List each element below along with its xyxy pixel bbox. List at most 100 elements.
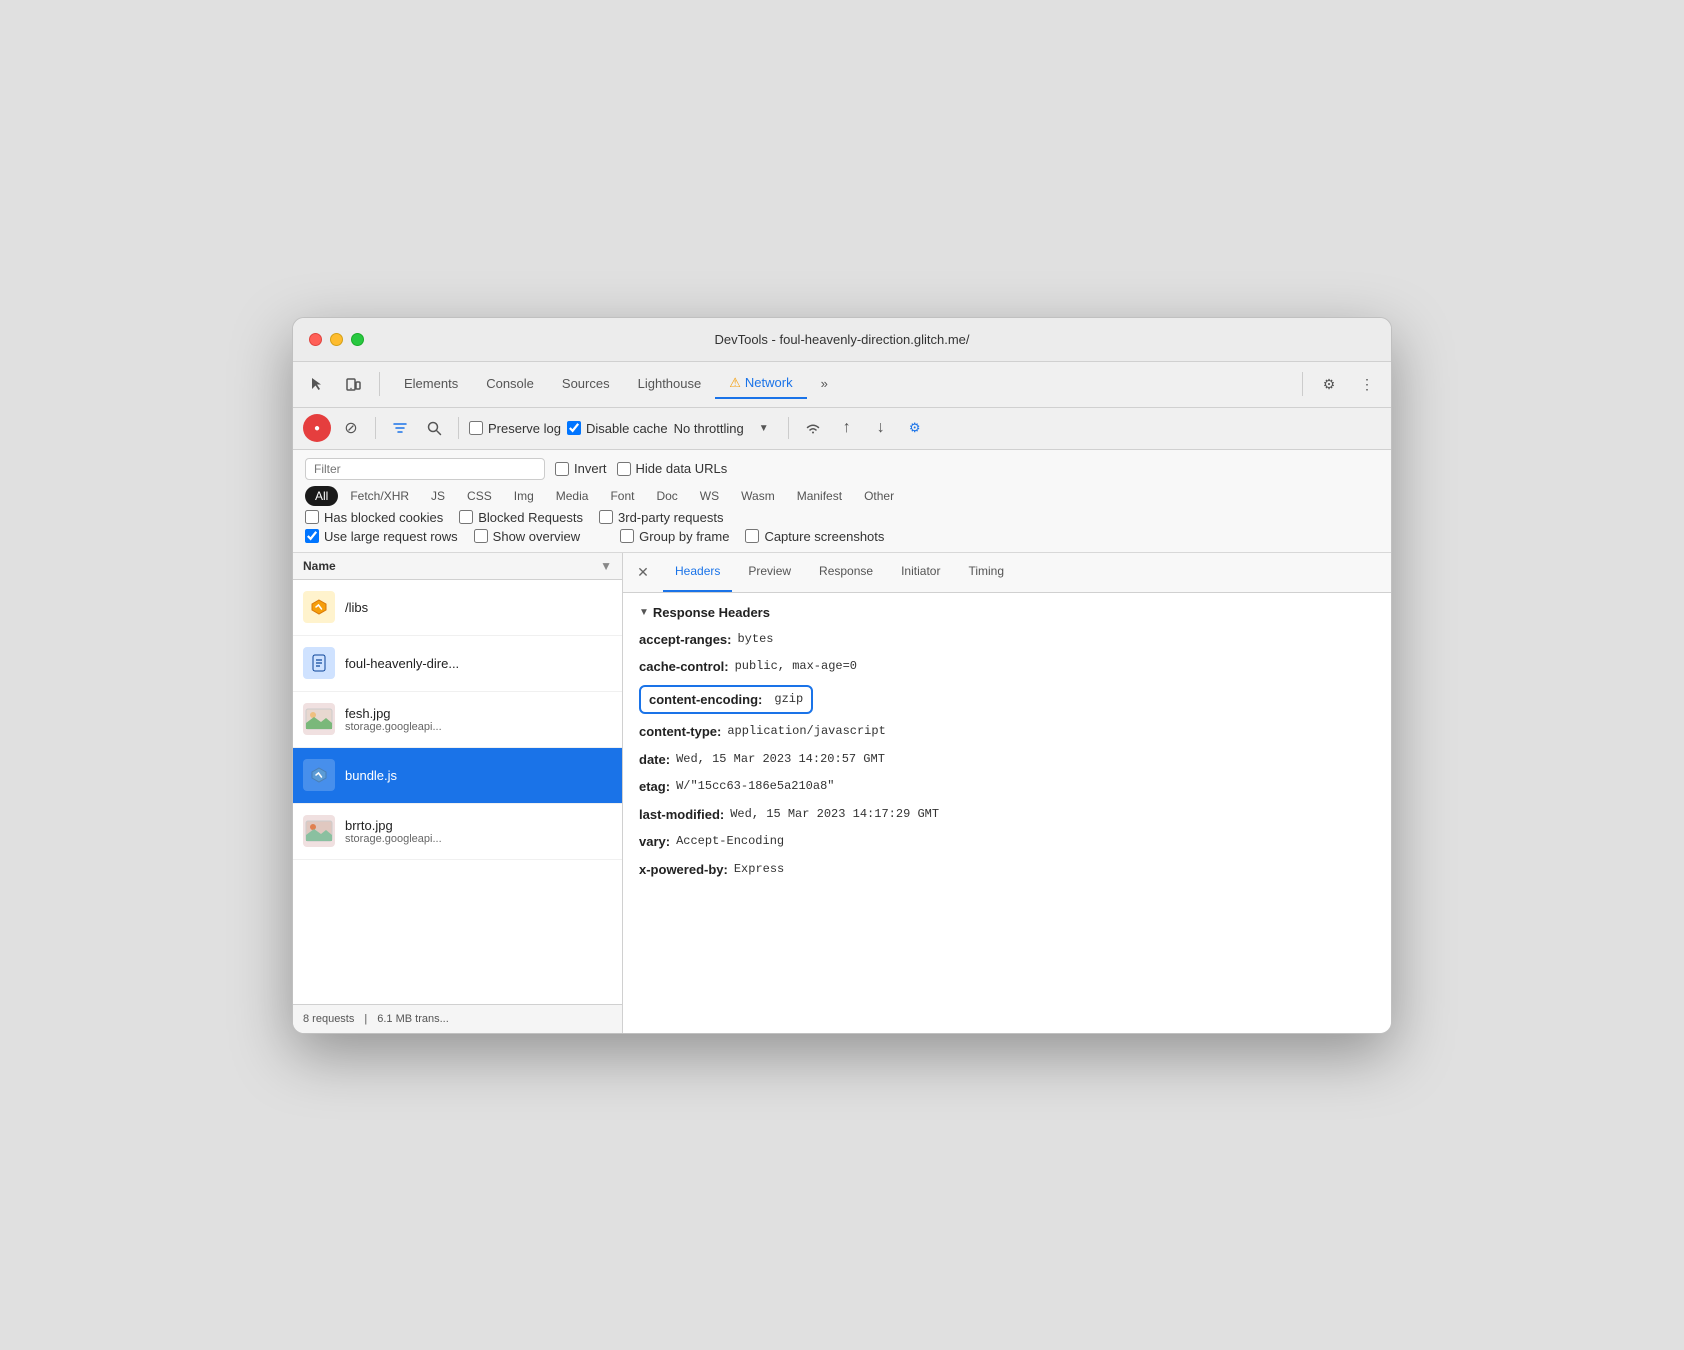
details-tab-initiator[interactable]: Initiator xyxy=(889,553,952,592)
header-key-last-modified: last-modified: xyxy=(639,805,724,825)
invert-checkbox[interactable] xyxy=(555,462,569,476)
toolbar-separator-2 xyxy=(1302,372,1303,396)
filter-pill-doc[interactable]: Doc xyxy=(646,486,687,506)
file-info-brrto: brrto.jpg storage.googleapi... xyxy=(345,818,612,845)
cursor-tool-button[interactable] xyxy=(301,370,333,398)
filter-pill-ws[interactable]: WS xyxy=(690,486,729,506)
sort-arrow-icon[interactable]: ▼ xyxy=(600,559,612,573)
filter-input-wrap[interactable] xyxy=(305,458,545,480)
record-button[interactable]: ● xyxy=(303,414,331,442)
details-content: Response Headers accept-ranges: bytes ca… xyxy=(623,593,1391,1033)
group-by-frame-checkbox[interactable] xyxy=(620,529,634,543)
header-key-content-type: content-type: xyxy=(639,722,721,742)
file-name-libs: /libs xyxy=(345,600,612,615)
blocked-requests-label[interactable]: Blocked Requests xyxy=(459,510,583,525)
name-column-header: Name xyxy=(303,559,336,573)
header-key-x-powered-by: x-powered-by: xyxy=(639,860,728,880)
settings2-button[interactable]: ⚙ xyxy=(901,414,929,442)
filter-bar: Invert Hide data URLs All Fetch/XHR JS C… xyxy=(293,450,1391,553)
capture-screenshots-checkbox[interactable] xyxy=(745,529,759,543)
wifi-settings-button[interactable] xyxy=(799,414,827,442)
tab-elements[interactable]: Elements xyxy=(390,370,472,399)
content-encoding-highlight-box: content-encoding: gzip xyxy=(639,685,813,715)
file-info-main: foul-heavenly-dire... xyxy=(345,656,612,671)
filter-pill-media[interactable]: Media xyxy=(546,486,599,506)
filter-pills-row: All Fetch/XHR JS CSS Img Media Font Doc … xyxy=(305,486,1379,506)
preserve-log-label[interactable]: Preserve log xyxy=(469,421,561,436)
disable-cache-checkbox[interactable] xyxy=(567,421,581,435)
minimize-button[interactable] xyxy=(330,333,343,346)
filter-input[interactable] xyxy=(314,462,536,476)
filter-pill-other[interactable]: Other xyxy=(854,486,904,506)
file-item-brrto[interactable]: brrto.jpg storage.googleapi... xyxy=(293,804,622,860)
filter-pill-wasm[interactable]: Wasm xyxy=(731,486,785,506)
filter-pill-css[interactable]: CSS xyxy=(457,486,502,506)
filter-pill-js[interactable]: JS xyxy=(421,486,455,506)
throttling-dropdown-button[interactable]: ▼ xyxy=(750,414,778,442)
file-name-main: foul-heavenly-dire... xyxy=(345,656,612,671)
disable-cache-label[interactable]: Disable cache xyxy=(567,421,668,436)
export-button[interactable]: ↓ xyxy=(867,414,895,442)
header-value-cache-control: public, max-age=0 xyxy=(735,657,857,675)
header-value-last-modified: Wed, 15 Mar 2023 14:17:29 GMT xyxy=(730,805,939,823)
hide-data-urls-checkbox[interactable] xyxy=(617,462,631,476)
third-party-checkbox[interactable] xyxy=(599,510,613,524)
file-item-libs[interactable]: /libs xyxy=(293,580,622,636)
filter-row3-left: Has blocked cookies Blocked Requests 3rd… xyxy=(305,510,1379,525)
import-button[interactable]: ↑ xyxy=(833,414,861,442)
preserve-log-checkbox[interactable] xyxy=(469,421,483,435)
filter-pill-img[interactable]: Img xyxy=(504,486,544,506)
show-overview-checkbox[interactable] xyxy=(474,529,488,543)
file-host-fesh: storage.googleapi... xyxy=(345,721,612,733)
filter-pill-all[interactable]: All xyxy=(305,486,338,506)
file-list-footer: 8 requests | 6.1 MB trans... xyxy=(293,1004,622,1033)
filter-toggle-button[interactable] xyxy=(386,414,414,442)
filter-pill-manifest[interactable]: Manifest xyxy=(787,486,852,506)
devtools-window: DevTools - foul-heavenly-direction.glitc… xyxy=(292,317,1392,1034)
tab-sources[interactable]: Sources xyxy=(548,370,624,399)
large-rows-label[interactable]: Use large request rows xyxy=(305,529,458,544)
details-tab-headers[interactable]: Headers xyxy=(663,553,732,592)
file-icon-main xyxy=(303,647,335,679)
has-blocked-cookies-label[interactable]: Has blocked cookies xyxy=(305,510,443,525)
tab-lighthouse[interactable]: Lighthouse xyxy=(624,370,716,399)
clear-button[interactable]: ⊘ xyxy=(337,414,365,442)
file-item-main[interactable]: foul-heavenly-dire... xyxy=(293,636,622,692)
filter-pill-fetch-xhr[interactable]: Fetch/XHR xyxy=(340,486,419,506)
file-item-bundle[interactable]: bundle.js xyxy=(293,748,622,804)
device-toolbar-button[interactable] xyxy=(337,370,369,398)
more-options-button[interactable]: ⋮ xyxy=(1351,370,1383,398)
invert-label[interactable]: Invert xyxy=(555,461,607,476)
file-name-bundle: bundle.js xyxy=(345,768,612,783)
header-value-content-encoding: gzip xyxy=(774,690,803,708)
details-panel: ✕ Headers Preview Response Initiator Tim… xyxy=(623,553,1391,1033)
header-value-etag: W/"15cc63-186e5a210a8" xyxy=(676,777,834,795)
tab-more[interactable]: » xyxy=(807,370,842,399)
close-details-button[interactable]: ✕ xyxy=(633,562,653,582)
details-tab-response[interactable]: Response xyxy=(807,553,885,592)
file-item-fesh[interactable]: fesh.jpg storage.googleapi... xyxy=(293,692,622,748)
separator-pipe: | xyxy=(364,1013,367,1025)
header-row-x-powered-by: x-powered-by: Express xyxy=(639,860,1375,880)
close-button[interactable] xyxy=(309,333,322,346)
hide-data-urls-label[interactable]: Hide data URLs xyxy=(617,461,728,476)
settings-button[interactable]: ⚙ xyxy=(1313,370,1345,398)
maximize-button[interactable] xyxy=(351,333,364,346)
third-party-label[interactable]: 3rd-party requests xyxy=(599,510,724,525)
header-key-etag: etag: xyxy=(639,777,670,797)
tab-console[interactable]: Console xyxy=(472,370,548,399)
group-by-frame-label[interactable]: Group by frame xyxy=(620,529,729,544)
header-value-content-type: application/javascript xyxy=(727,722,885,740)
blocked-requests-checkbox[interactable] xyxy=(459,510,473,524)
show-overview-label[interactable]: Show overview xyxy=(474,529,580,544)
details-tab-preview[interactable]: Preview xyxy=(736,553,803,592)
filter-pill-font[interactable]: Font xyxy=(600,486,644,506)
has-blocked-cookies-checkbox[interactable] xyxy=(305,510,319,524)
large-rows-checkbox[interactable] xyxy=(305,529,319,543)
search-button[interactable] xyxy=(420,414,448,442)
capture-screenshots-label[interactable]: Capture screenshots xyxy=(745,529,884,544)
traffic-lights xyxy=(309,333,364,346)
file-info-libs: /libs xyxy=(345,600,612,615)
details-tab-timing[interactable]: Timing xyxy=(956,553,1016,592)
tab-network[interactable]: ⚠Network xyxy=(715,369,806,399)
